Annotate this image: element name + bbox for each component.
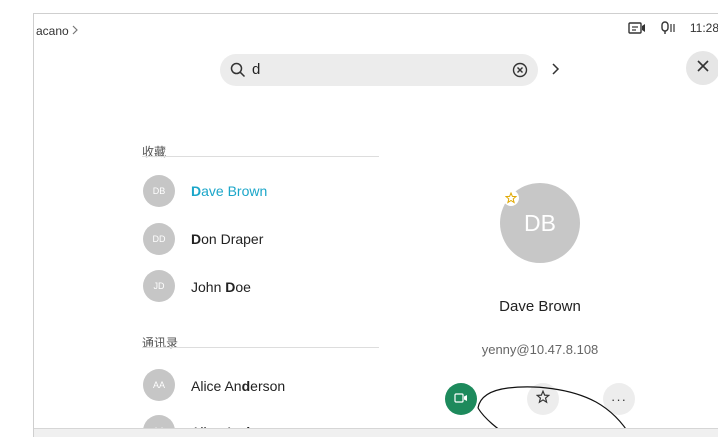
screen-share-icon[interactable] [628,21,646,35]
avatar: JD [143,270,175,302]
favorite-star-icon [503,190,519,206]
breadcrumb[interactable]: acano [36,24,79,38]
chevron-right-icon [71,24,79,38]
close-icon [696,59,710,78]
search-bar[interactable]: d [220,54,538,86]
clear-search-icon[interactable] [512,62,528,83]
list-item-dave-brown[interactable]: Dave Brown [191,183,267,199]
clock-time: 11:28 [689,21,718,35]
divider [142,347,379,348]
avatar: AA [143,369,175,401]
avatar: DB [143,175,175,207]
close-button[interactable] [686,51,718,85]
microphone-icon[interactable] [660,21,676,35]
favorites-section-title: 收藏 [142,145,167,159]
contact-address: yenny@10.47.8.108 [481,342,599,357]
device-screen: acano 11:28 d 收藏 DB Dave Brown DD Don Dr… [33,13,718,437]
breadcrumb-label: acano [36,24,69,38]
list-item-john-doe[interactable]: John Doe [191,279,251,295]
chevron-right-icon[interactable] [550,62,560,81]
status-bar: 11:28 [628,21,718,35]
search-icon [230,62,246,83]
directory-section-title: 通讯录 [142,336,179,350]
call-button[interactable] [445,383,477,415]
video-call-icon [454,390,468,408]
list-item-don-draper[interactable]: Don Draper [191,231,263,247]
list-item-alice-anderson[interactable]: Alice Anderson [191,378,285,394]
divider [142,156,379,157]
search-input[interactable]: d [252,61,260,78]
avatar: DD [143,223,175,255]
contact-name: Dave Brown [499,298,581,315]
